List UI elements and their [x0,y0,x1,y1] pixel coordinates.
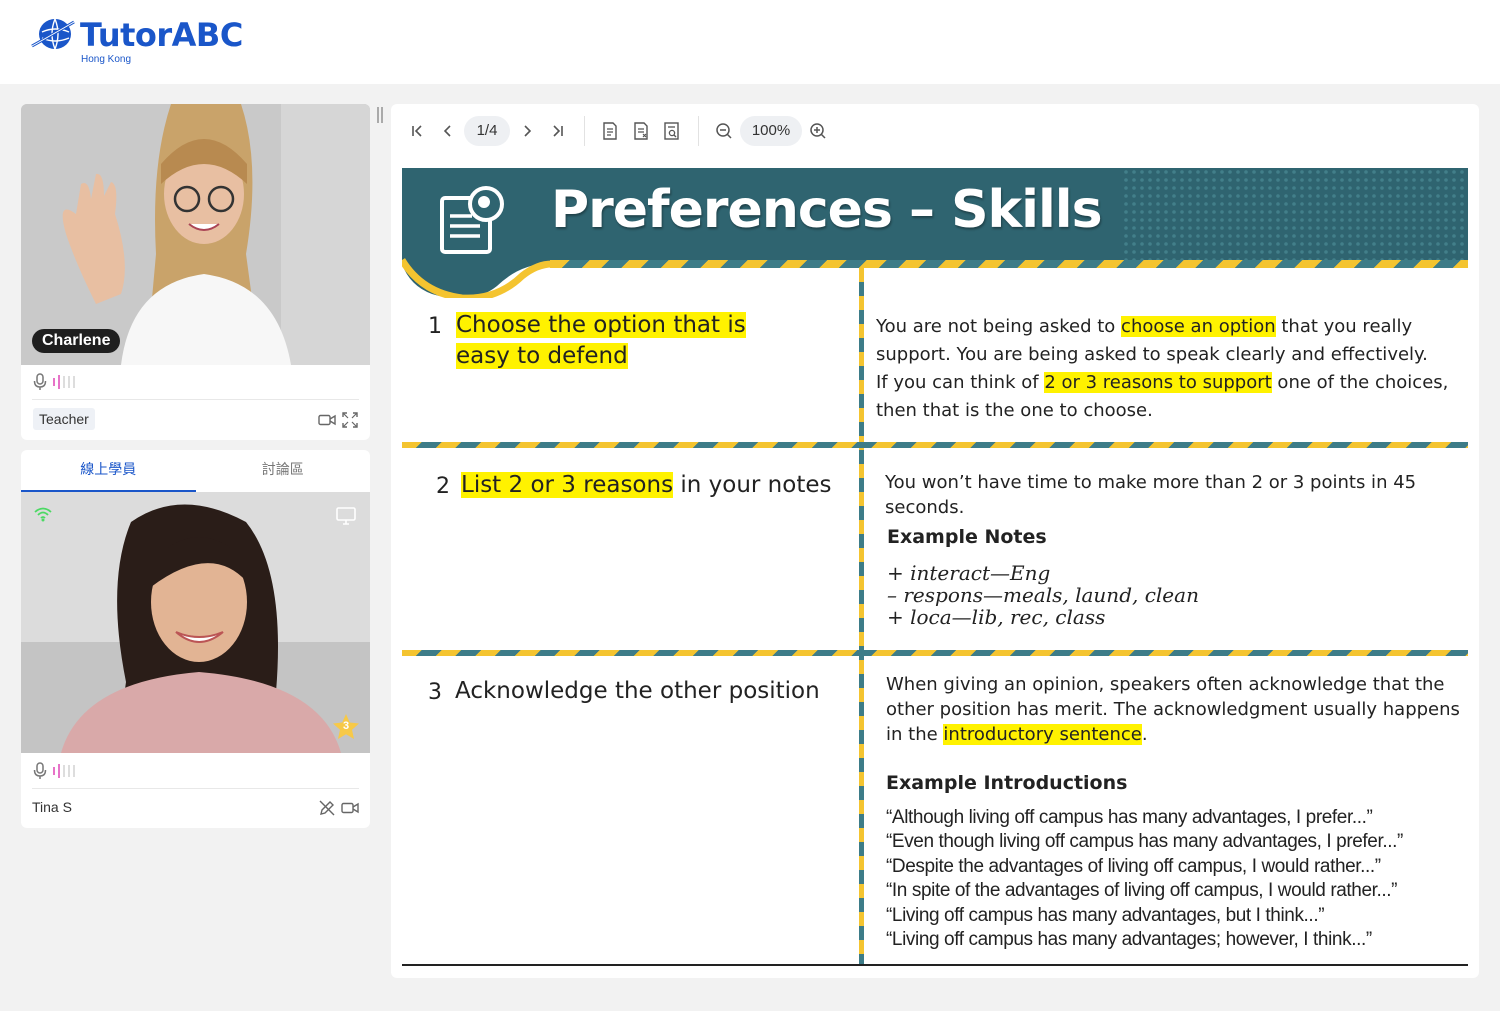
teacher-card: Charlene Teacher [21,104,370,440]
student-card: 線上學員 討論區 3 Tina S [21,450,370,828]
teacher-role-badge: Teacher [33,408,95,430]
example-introduction: “In spite of the advantages of living of… [886,880,1398,901]
fullscreen-icon[interactable] [340,410,360,430]
example-note-line: + interact—Eng [887,561,1051,585]
example-note-line: + loca—lib, rec, class [887,605,1106,629]
brand-region: Hong Kong [81,54,132,65]
divider [32,788,359,789]
teacher-volume-meter [53,375,75,389]
text: . [1141,724,1148,745]
previous-page-icon[interactable] [437,120,459,142]
slide-page: Preferences – Skills 1 Choose the option… [402,168,1468,966]
last-page-icon[interactable] [547,120,569,142]
row-1-number: 1 [428,314,442,339]
microphone-icon [33,762,47,779]
viewer-toolbar: 1/4 100% [391,104,1479,158]
page-indicator[interactable]: 1/4 [464,116,510,146]
teacher-video[interactable]: Charlene [21,104,370,365]
stripe-column-divider [859,268,864,964]
document-edit-icon[interactable] [630,120,652,142]
text: You are not being asked to [876,316,1122,337]
example-introduction: “Living off campus has many advantages; … [886,929,1372,950]
star-count: 3 [342,720,350,732]
tab-online-students[interactable]: 線上學員 [21,450,196,492]
top-header: TutorABC Hong Kong [0,0,1500,84]
text: If you can think of [876,372,1045,393]
toolbar-separator [584,116,585,146]
panel-resize-handle[interactable] [377,107,383,123]
microphone-icon [33,373,47,390]
row-1-highlight: Choose the option that is easy to defend [456,312,746,369]
example-introduction: “Despite the advantages of living off ca… [886,856,1381,877]
toolbar-separator [698,116,699,146]
text: one of the choices, [1271,372,1449,393]
text: that you really [1275,316,1413,337]
student-panel-tabs: 線上學員 討論區 [21,450,370,492]
text: then that is the one to choose. [876,400,1153,421]
highlight: 2 or 3 reasons to support [1044,372,1272,393]
highlight: introductory sentence [943,724,1142,745]
document-search-icon[interactable] [661,120,683,142]
text: in your notes [673,472,832,498]
pen-disabled-icon[interactable] [317,798,337,818]
teacher-name-tag: Charlene [32,329,121,353]
example-notes-heading: Example Notes [887,526,1047,548]
divider [32,399,359,400]
example-introductions-heading: Example Introductions [886,772,1128,794]
teacher-mic-row [33,372,75,392]
brand-name: TutorABC [80,16,243,54]
tab-discussion[interactable]: 討論區 [196,450,371,492]
example-introduction: “Although living off campus has many adv… [886,807,1373,828]
row-3-point: Acknowledge the other position [455,678,820,704]
row-1-explanation: You are not being asked to choose an opt… [876,313,1466,425]
row-3-number: 3 [428,680,442,705]
row-2-point: List 2 or 3 reasons in your notes [461,470,851,501]
document-list-icon[interactable] [599,120,621,142]
zoom-level[interactable]: 100% [740,116,802,146]
globe-logo-icon [31,18,75,50]
row-2-number: 2 [436,474,450,499]
camera-icon[interactable] [317,410,337,430]
stripe-divider [402,650,1468,656]
row-2-highlight: List 2 or 3 reasons [461,472,674,498]
slide-title: Preferences – Skills [551,180,1103,240]
stripe-divider [550,260,1468,268]
example-note-line: – respons—meals, laund, clean [887,583,1199,607]
document-viewer: 1/4 100% Preferences – Skills 1 Choose t… [391,104,1479,978]
row-1-point: Choose the option that is easy to defend [456,310,806,372]
student-video-frame [21,492,370,753]
next-page-icon[interactable] [516,120,538,142]
teacher-video-frame [21,104,370,365]
stripe-divider [402,442,1468,448]
student-video[interactable]: 3 [21,492,370,753]
zoom-out-icon[interactable] [713,120,735,142]
example-introduction: “Even though living off campus has many … [886,831,1403,852]
student-name: Tina S [32,799,72,815]
brand-logo[interactable]: TutorABC Hong Kong [30,14,250,70]
highlight: choose an option [1121,316,1276,337]
camera-icon[interactable] [340,798,360,818]
screen-share-icon[interactable] [335,506,357,526]
row-2-explanation: You won’t have time to make more than 2 … [885,472,1417,518]
row-3-explanation: When giving an opinion, speakers often a… [886,672,1461,747]
zoom-in-icon[interactable] [807,120,829,142]
wifi-icon [34,507,52,522]
example-introduction: “Living off campus has many advantages, … [886,905,1325,926]
student-volume-meter [53,764,75,778]
student-mic-row [33,761,75,781]
text: support. You are being asked to speak cl… [876,344,1428,365]
first-page-icon[interactable] [406,120,428,142]
star-badge: 3 [331,712,361,742]
